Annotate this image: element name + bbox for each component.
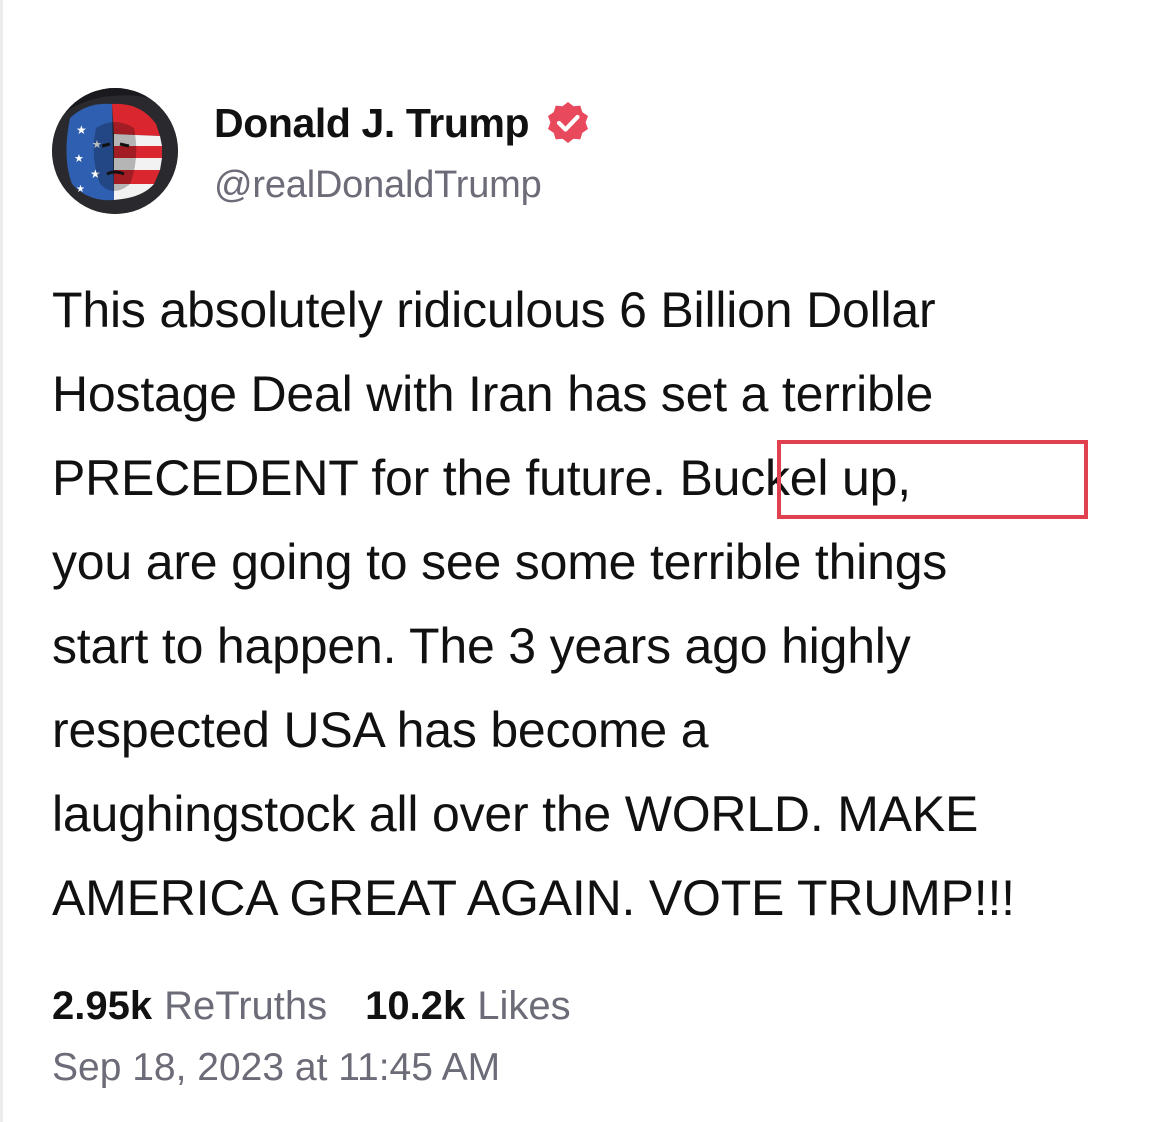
svg-text:★: ★ (74, 152, 84, 165)
author-name-row: Donald J. Trump (214, 96, 591, 150)
retruths-stat[interactable]: 2.95k ReTruths (52, 978, 327, 1034)
svg-text:★: ★ (76, 184, 85, 195)
post-text-line: you are going to see some terrible thing… (52, 534, 948, 590)
retruths-label: ReTruths (164, 984, 328, 1028)
highlight-annotation-box (777, 440, 1088, 519)
post-text-line: Hostage Deal with Iran has set a terribl… (52, 366, 934, 422)
likes-count: 10.2k (365, 984, 466, 1028)
author-handle[interactable]: @realDonaldTrump (214, 161, 591, 209)
retruths-count: 2.95k (52, 984, 153, 1028)
post-text-line: This absolutely ridiculous 6 Billion Dol… (52, 282, 936, 338)
post-stats: 2.95k ReTruths 10.2k Likes (52, 978, 571, 1034)
post-text-line: AMERICA GREAT AGAIN. VOTE TRUMP!!! (52, 870, 1015, 926)
likes-stat[interactable]: 10.2k Likes (365, 978, 571, 1034)
likes-label: Likes (477, 984, 571, 1028)
post-text-line: respected USA has become a (52, 702, 709, 758)
author-info: Donald J. Trump @realDonaldTrump (214, 96, 591, 209)
author-display-name[interactable]: Donald J. Trump (214, 96, 530, 150)
author-avatar[interactable]: ★ ★ ★ ★ ★ (52, 88, 178, 214)
post-card: ★ ★ ★ ★ ★ Donald J. Trump @realDonaldTru… (0, 0, 1170, 1122)
post-text-line: start to happen. The 3 years ago highly (52, 618, 911, 674)
post-text: This absolutely ridiculous 6 Billion Dol… (52, 268, 1147, 940)
verified-badge-icon (548, 102, 589, 143)
card-edge-divider (0, 0, 3, 1122)
post-text-line: laughingstock all over the WORLD. MAKE (52, 786, 979, 842)
svg-text:★: ★ (76, 123, 87, 137)
portrait-flag-avatar-icon: ★ ★ ★ ★ ★ (52, 88, 178, 214)
post-timestamp[interactable]: Sep 18, 2023 at 11:45 AM (52, 1040, 500, 1096)
